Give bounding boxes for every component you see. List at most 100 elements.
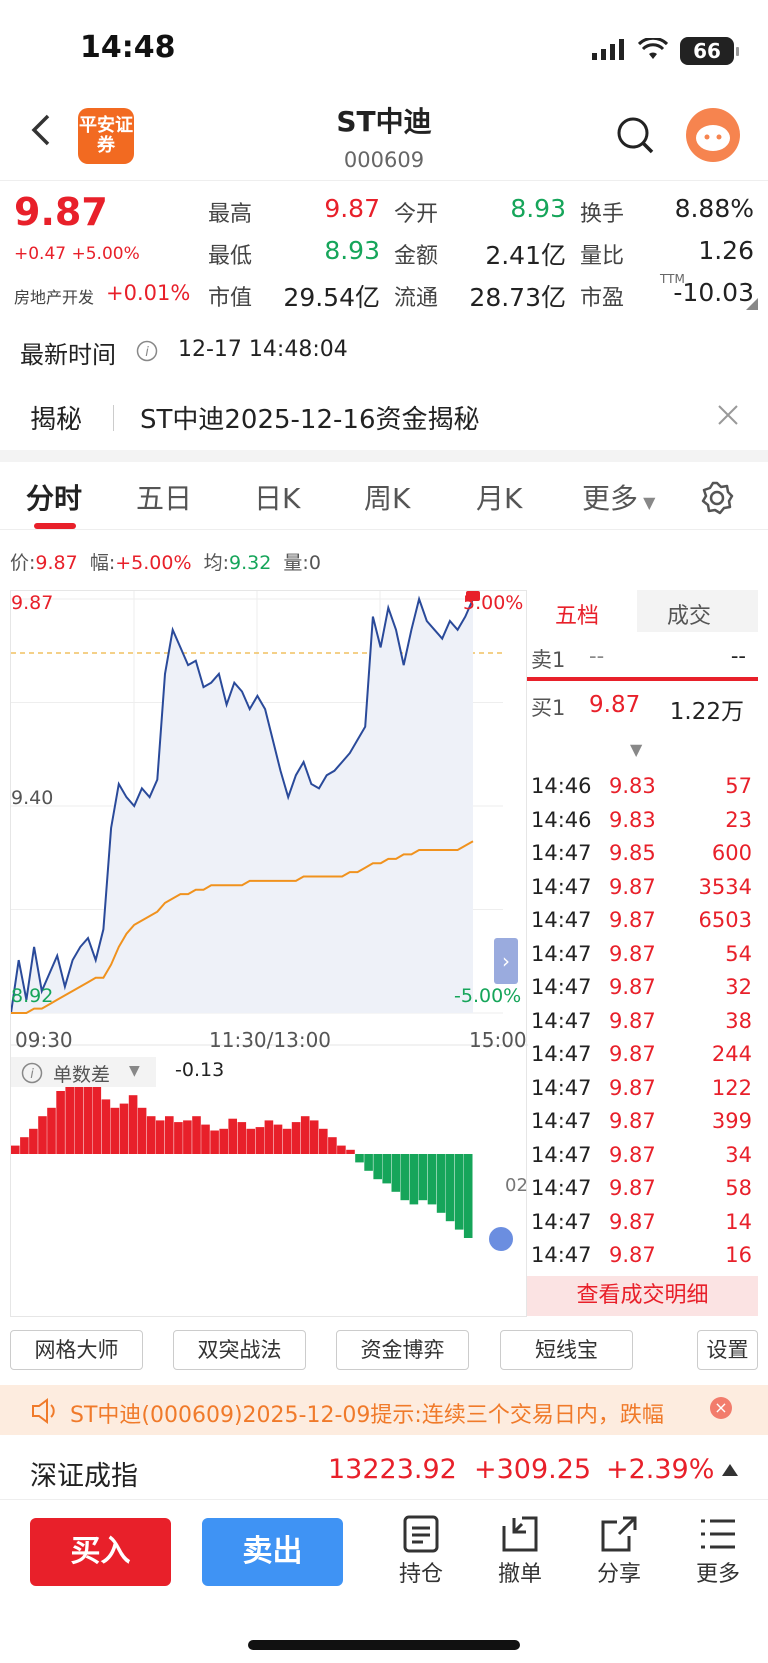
indicator-bar (201, 1124, 210, 1154)
close-icon[interactable] (716, 403, 740, 431)
indicator-selector[interactable]: i 单数差 ▼ (11, 1057, 156, 1087)
current-price: 9.87 (14, 190, 108, 234)
indicator-bar (409, 1154, 419, 1205)
expand-icon[interactable] (487, 1225, 515, 1253)
battery-icon: 66 (680, 37, 739, 65)
intraday-chart[interactable]: › 09:30 11:30/13:00 15:00 9.87 9.40 8.92… (10, 590, 528, 1317)
indicator-bar (346, 1149, 355, 1154)
tab-order-book[interactable]: 五档 (555, 598, 599, 630)
trade-row: 14:47 9.87 3534 (531, 874, 752, 899)
indicator-bar (183, 1120, 192, 1154)
risk-notice[interactable]: ST中迪(000609)2025-12-09提示:连续三个交易日内，跌幅 × (0, 1385, 768, 1435)
y-label-mid: 9.40 (11, 787, 54, 809)
indicator-bar (328, 1137, 337, 1154)
chevron-up-icon[interactable] (722, 1464, 738, 1476)
y-label-bottom: 8.92 (11, 985, 54, 1007)
tab-monthly-k[interactable]: 月K (476, 477, 522, 517)
index-name: 深证成指 (30, 1461, 138, 1492)
buy-1-row: 买1 9.87 1.22万 (531, 692, 744, 725)
info-icon[interactable]: i (21, 1062, 43, 1088)
close-icon[interactable]: × (710, 1397, 732, 1419)
indicator-bar (436, 1154, 446, 1213)
more-button[interactable]: 更多 (683, 1514, 753, 1588)
tab-more[interactable]: 更多 ▼ (582, 477, 655, 517)
quote-value: -10.03 (673, 278, 754, 307)
indicator-bar (309, 1120, 319, 1154)
info-icon[interactable]: i (136, 340, 158, 366)
intraday-chart-svg (10, 591, 528, 1238)
indicator-bar (146, 1116, 156, 1154)
tool-fund-game[interactable]: 资金博弈 (336, 1330, 469, 1370)
indicator-bar (273, 1124, 283, 1154)
indicator-value: -0.13 (175, 1059, 225, 1081)
view-trade-detail-button[interactable]: 查看成交明细 (527, 1276, 758, 1316)
assistant-avatar-icon[interactable] (686, 108, 740, 162)
y-pct-top: 5.00% (463, 592, 524, 614)
sector-label[interactable]: 房地产开发 (14, 284, 94, 308)
quote-value: 2.41亿 (485, 241, 566, 270)
trade-row: 14:46 9.83 57 (531, 774, 752, 798)
tool-grid-master[interactable]: 网格大师 (10, 1330, 143, 1370)
tool-double-breakout[interactable]: 双突战法 (173, 1330, 306, 1370)
indicator-bar (454, 1154, 464, 1230)
chevron-down-icon[interactable]: ▼ (630, 740, 642, 759)
indicator-bar (400, 1154, 410, 1201)
indicator-bar (264, 1120, 274, 1154)
quote-value: 8.88% (674, 194, 754, 223)
tool-short-line[interactable]: 短线宝 (500, 1330, 633, 1370)
tab-weekly-k[interactable]: 周K (364, 477, 410, 517)
tab-trades[interactable]: 成交 (667, 598, 711, 630)
quote-label: 今开 (394, 202, 439, 227)
reveal-banner[interactable]: 揭秘 ST中迪2025-12-16资金揭秘 (0, 385, 768, 450)
tab-intraday[interactable]: 分时 (26, 477, 82, 517)
indicator-bar (291, 1122, 301, 1154)
indicator-bar (391, 1154, 401, 1192)
indicator-bar (382, 1154, 391, 1184)
share-icon (584, 1514, 654, 1556)
quote-label: 最高 (208, 202, 253, 227)
indicator-bar (29, 1128, 38, 1154)
indicator-bar (110, 1107, 120, 1154)
share-button[interactable]: 分享 (584, 1514, 654, 1588)
indicator-bar (11, 1145, 20, 1154)
quote-label: 金额 (394, 244, 439, 269)
trade-row: 14:47 9.87 58 (531, 1176, 752, 1200)
search-icon[interactable] (616, 116, 656, 160)
status-time: 14:48 (80, 30, 176, 65)
index-change: +309.25 (474, 1454, 592, 1485)
latest-time-label: 最新时间 (20, 341, 116, 369)
tab-daily-k[interactable]: 日K (254, 477, 300, 517)
settings-gear-icon[interactable] (700, 481, 734, 519)
quote-label: 流通 (394, 286, 439, 311)
quote-value: 8.93 (324, 236, 380, 265)
corner-expand-icon[interactable] (746, 298, 758, 310)
tab-five-day[interactable]: 五日 (136, 477, 192, 517)
index-ticker[interactable]: 深证成指 13223.92 +309.25 +2.39% (0, 1440, 768, 1500)
indicator-bar (56, 1091, 65, 1154)
chevron-right-icon[interactable]: › (494, 938, 518, 984)
trade-row: 14:47 9.87 399 (531, 1109, 752, 1133)
indicator-bar (38, 1116, 47, 1154)
trade-row: 14:47 9.87 14 (531, 1209, 752, 1234)
indicator-label: 单数差 (53, 1064, 111, 1086)
status-bar: 14:48 66 (0, 0, 768, 100)
sell-button[interactable]: 卖出 (202, 1518, 343, 1586)
buy-button[interactable]: 买入 (30, 1518, 171, 1586)
indicator-bar (65, 1082, 74, 1154)
tool-buttons: 网格大师 双突战法 资金博弈 短线宝 设置 (0, 1330, 768, 1374)
indicator-bar (337, 1145, 346, 1154)
chart-tabs: 分时 五日 日K 周K 月K 更多 ▼ (0, 465, 768, 530)
indicator-bar (47, 1107, 56, 1154)
positions-button[interactable]: 持仓 (386, 1514, 456, 1588)
indicator-bar (128, 1095, 138, 1154)
trade-row: 14:47 9.85 600 (531, 841, 752, 865)
indicator-side-label: 02 (505, 1175, 528, 1196)
cancel-order-button[interactable]: 撤单 (485, 1514, 555, 1588)
x-label-end: 15:00 (469, 1028, 527, 1052)
indicator-bar (119, 1103, 129, 1154)
tool-settings[interactable]: 设置 (697, 1330, 758, 1370)
quote-value: 1.26 (698, 236, 754, 265)
reveal-text: ST中迪2025-12-16资金揭秘 (140, 405, 480, 435)
indicator-bar (463, 1154, 473, 1238)
indicator-bar (20, 1137, 29, 1154)
